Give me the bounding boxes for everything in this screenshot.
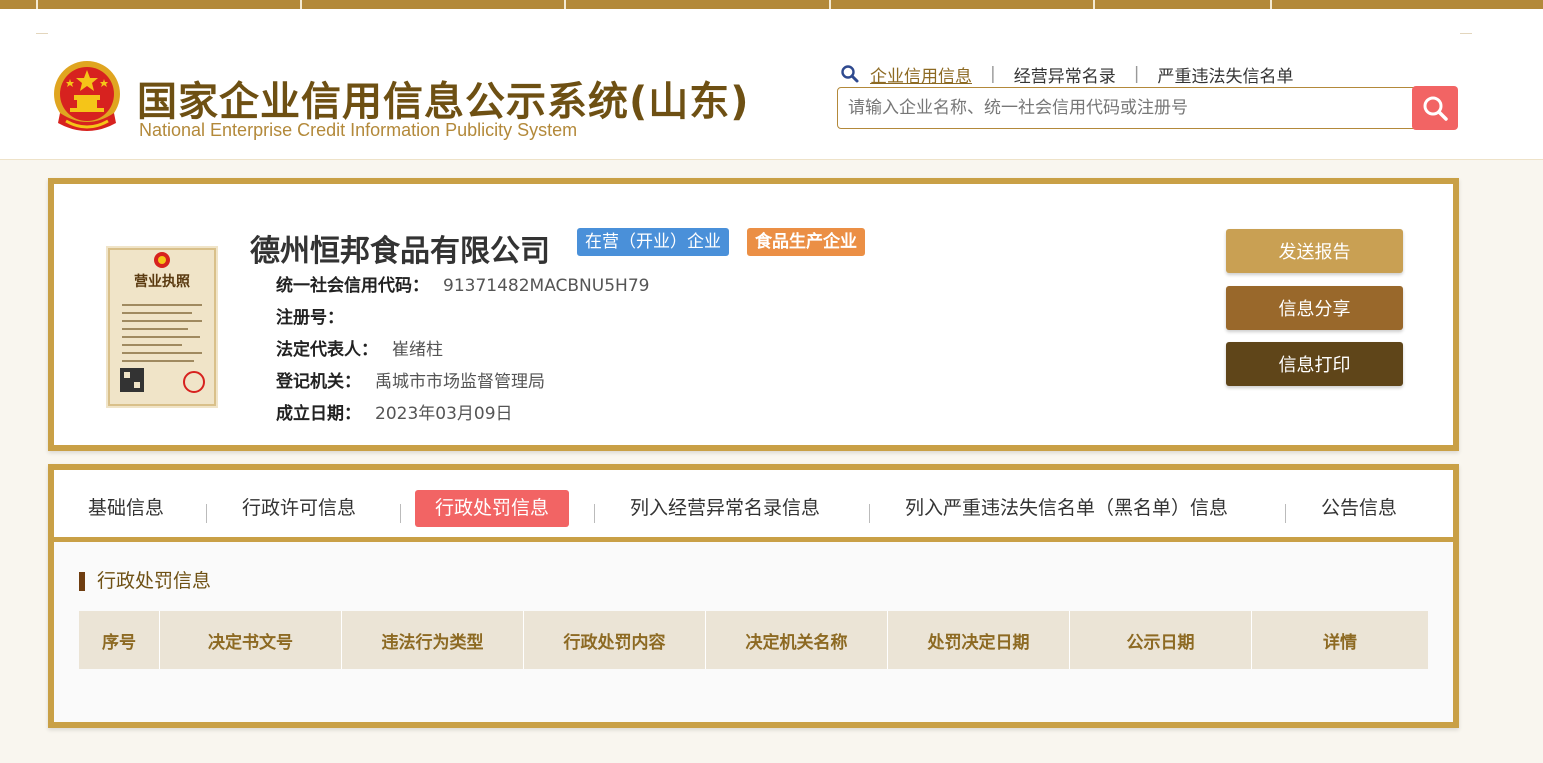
col-index: 序号 [79, 611, 160, 669]
tab-admin-license[interactable]: 行政许可信息 [242, 490, 356, 527]
info-registration-authority: 登记机关： 禹城市市场监督管理局 [276, 367, 545, 392]
tab-separator [206, 504, 207, 523]
link-enterprise-credit[interactable]: 企业信用信息 [870, 62, 972, 87]
link-separator: | [1133, 64, 1140, 84]
info-label: 法定代表人： [276, 340, 378, 360]
col-decision-date: 处罚决定日期 [887, 611, 1070, 669]
enterprise-type-badge: 食品生产企业 [747, 228, 865, 256]
tab-abnormal-list[interactable]: 列入经营异常名录信息 [630, 490, 820, 527]
print-info-button[interactable]: 信息打印 [1226, 342, 1403, 386]
info-established-date: 成立日期： 2023年03月09日 [276, 399, 513, 424]
tab-admin-penalty[interactable]: 行政处罚信息 [415, 490, 570, 527]
tab-announcements[interactable]: 公告信息 [1321, 490, 1397, 527]
info-registration-number: 注册号： [276, 303, 358, 328]
tab-blacklist[interactable]: 列入严重违法失信名单（黑名单）信息 [905, 490, 1228, 527]
table-header-row: 序号 决定书文号 违法行为类型 行政处罚内容 决定机关名称 处罚决定日期 公示日… [79, 611, 1428, 669]
col-publish-date: 公示日期 [1069, 611, 1252, 669]
status-badge: 在营（开业）企业 [577, 228, 729, 256]
info-label: 成立日期： [276, 404, 361, 424]
business-license-image[interactable]: 营业执照 [106, 246, 218, 408]
license-title: 营业执照 [134, 273, 190, 290]
tab-basic-info[interactable]: 基础信息 [88, 490, 164, 527]
site-title-cn: 国家企业信用信息公示系统(山东) [137, 79, 750, 125]
info-value: 禹城市市场监督管理局 [375, 372, 545, 392]
link-blacklist[interactable]: 严重违法失信名单 [1157, 62, 1293, 87]
details-card: 基础信息 行政许可信息 行政处罚信息 列入经营异常名录信息 列入严重违法失信名单… [48, 464, 1459, 728]
tab-separator [594, 504, 595, 523]
info-label: 注册号： [276, 308, 344, 328]
info-label: 登记机关： [276, 372, 361, 392]
share-info-button[interactable]: 信息分享 [1226, 286, 1403, 330]
col-details: 详情 [1251, 611, 1428, 669]
send-report-button[interactable]: 发送报告 [1226, 229, 1403, 273]
link-abnormal-list[interactable]: 经营异常名录 [1014, 62, 1116, 87]
top-decorative-bar [0, 0, 1543, 9]
info-legal-representative: 法定代表人： 崔绪柱 [276, 335, 443, 360]
col-decision-number: 决定书文号 [159, 611, 342, 669]
company-info-card: 营业执照 德州恒邦食品有限公司 在营（开业）企业 食品生产企业 统一社会信用代码… [48, 178, 1459, 451]
magnifier-icon [1423, 96, 1448, 121]
info-credit-code: 统一社会信用代码： 91371482MACBNU5H79 [276, 271, 649, 296]
link-separator: | [990, 64, 996, 84]
info-label: 统一社会信用代码： [276, 276, 429, 296]
col-violation-type: 违法行为类型 [341, 611, 524, 669]
national-emblem-icon [54, 61, 120, 131]
quick-links: 企业信用信息 | 经营异常名录 | 严重违法失信名单 [840, 62, 1293, 87]
tab-separator [1285, 504, 1286, 523]
search-button[interactable] [1412, 86, 1458, 130]
site-header: 国家企业信用信息公示系统(山东) National Enterprise Cre… [0, 9, 1543, 160]
info-tabs: 基础信息 行政许可信息 行政处罚信息 列入经营异常名录信息 列入严重违法失信名单… [54, 470, 1453, 542]
search-box [837, 86, 1458, 130]
tab-separator [869, 504, 870, 523]
company-name: 德州恒邦食品有限公司 [250, 234, 550, 269]
section-title: 行政处罚信息 [79, 572, 211, 591]
penalty-table: 序号 决定书文号 违法行为类型 行政处罚内容 决定机关名称 处罚决定日期 公示日… [79, 611, 1428, 669]
info-value: 崔绪柱 [392, 340, 443, 360]
penalty-panel: 行政处罚信息 序号 决定书文号 违法行为类型 行政处罚内容 决定机关名称 处罚决… [54, 542, 1453, 722]
search-icon [841, 65, 859, 83]
col-authority-name: 决定机关名称 [705, 611, 888, 669]
info-value: 91371482MACBNU5H79 [443, 276, 650, 296]
col-penalty-content: 行政处罚内容 [523, 611, 706, 669]
tab-separator [400, 504, 401, 523]
search-input[interactable] [838, 88, 1408, 128]
info-value: 2023年03月09日 [375, 404, 513, 424]
site-title-en: National Enterprise Credit Information P… [139, 120, 578, 140]
